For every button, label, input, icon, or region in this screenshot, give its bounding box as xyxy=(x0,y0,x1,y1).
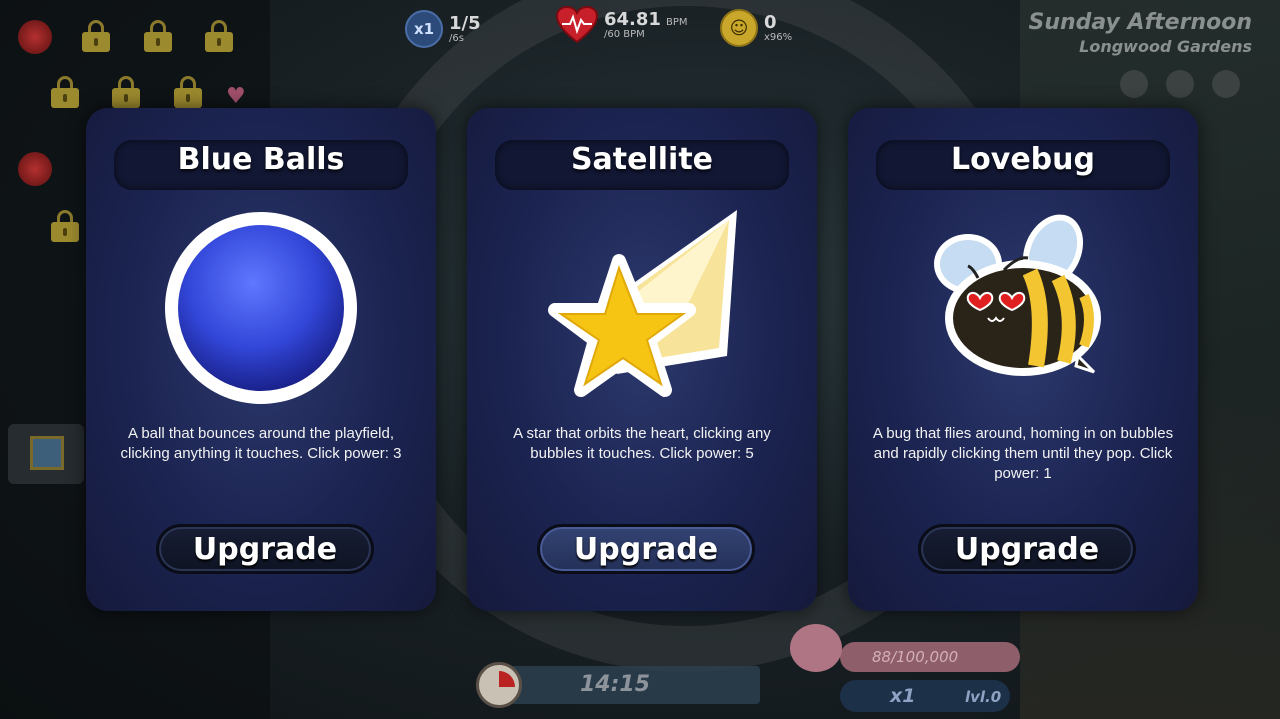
timer-value: 14:15 xyxy=(580,672,651,697)
xp-multiplier: x1 xyxy=(890,685,916,707)
upgrade-card-blue-balls: Blue Balls A ball that bounces around th… xyxy=(86,108,436,611)
card-description: A bug that flies around, homing in on bu… xyxy=(872,425,1174,482)
bpm-unit: BPM xyxy=(666,17,688,28)
heart-icon: ♥ xyxy=(226,84,246,109)
heart-bubble-icon xyxy=(790,624,842,672)
lock-icon xyxy=(112,76,140,108)
location-gift-icon[interactable] xyxy=(1166,70,1194,98)
combo-time: /6s xyxy=(449,32,464,44)
gift-icon xyxy=(30,436,64,470)
bpm-indicator: 64.81 BPM /60 BPM xyxy=(556,6,688,44)
stopwatch-icon xyxy=(476,662,522,708)
xp-progress: 88/100,000 xyxy=(872,648,959,666)
lock-icon xyxy=(51,76,79,108)
card-title: Blue Balls xyxy=(177,142,345,177)
heartbeat-icon xyxy=(556,6,598,44)
location-name: Longwood Gardens xyxy=(1079,37,1252,56)
smile-icon: ☺ xyxy=(720,9,758,47)
lock-icon xyxy=(51,210,79,242)
combo-indicator: x1 1/5 /6s xyxy=(405,10,481,48)
upgrade-button[interactable]: Upgrade xyxy=(537,524,755,574)
session-timer: 14:15 xyxy=(470,660,760,710)
shooting-star-icon xyxy=(548,210,737,397)
location-label: Sunday Afternoon Longwood Gardens xyxy=(1028,10,1252,56)
card-description: A ball that bounces around the playfield… xyxy=(120,425,402,462)
smile-count: 0 xyxy=(764,11,777,33)
upgrade-card-lovebug: Lovebug A bug that flies around, homing … xyxy=(848,108,1198,611)
location-icons xyxy=(1120,70,1240,98)
bee-icon xyxy=(934,214,1101,376)
upgrade-button[interactable]: Upgrade xyxy=(918,524,1136,574)
time-of-day: Sunday Afternoon xyxy=(1028,10,1252,35)
combo-count: 1/5 xyxy=(449,12,481,34)
experience-panel: 88/100,000 x1 lvl.0 xyxy=(790,622,1040,719)
bpm-value: 64.81 xyxy=(604,9,661,30)
bpm-target: /60 BPM xyxy=(604,29,645,40)
upgrade-button[interactable]: Upgrade xyxy=(156,524,374,574)
location-check-icon[interactable] xyxy=(1120,70,1148,98)
settings-icon[interactable] xyxy=(1212,70,1240,98)
card-title: Lovebug xyxy=(951,142,1095,177)
blue-ball-icon xyxy=(165,212,357,404)
combo-multiplier: x1 xyxy=(405,10,443,48)
level-label: lvl.0 xyxy=(965,688,1002,706)
smile-indicator: ☺ 0 x96% xyxy=(720,9,792,47)
card-description: A star that orbits the heart, clicking a… xyxy=(513,425,771,462)
lock-icon xyxy=(174,76,202,108)
smile-multiplier: x96% xyxy=(764,31,793,43)
upgrade-card-satellite: Satellite A star that orbits the heart, … xyxy=(467,108,817,611)
card-title: Satellite xyxy=(570,142,714,177)
gift-button[interactable] xyxy=(8,424,84,484)
rose-icon[interactable] xyxy=(18,152,52,186)
